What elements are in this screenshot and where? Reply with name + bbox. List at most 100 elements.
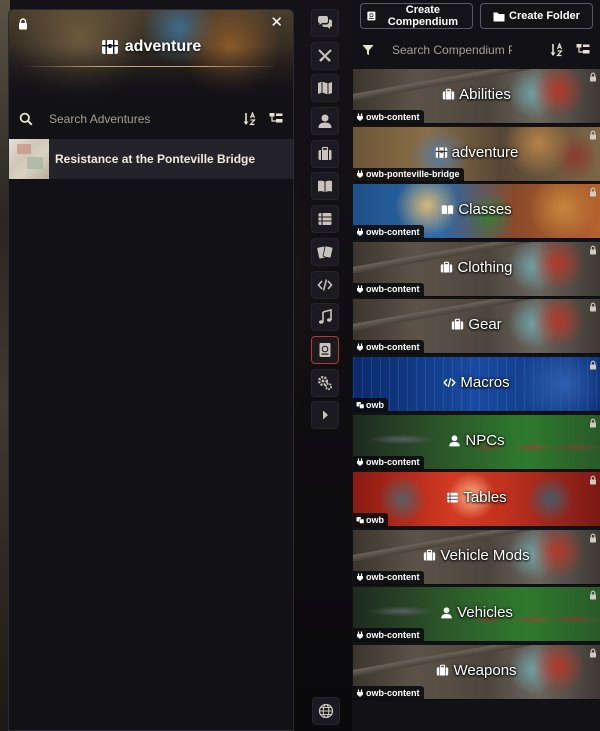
globe-button[interactable] (312, 697, 340, 725)
lock-icon[interactable] (589, 187, 597, 197)
pack-source-label: owb-content (366, 226, 420, 237)
cards-icon (317, 245, 333, 259)
actors-tab[interactable] (311, 107, 339, 136)
lock-icon[interactable] (589, 302, 597, 312)
pack-source-badge: owb-content (353, 110, 424, 123)
plug-icon (357, 689, 363, 697)
suitcase-icon (452, 319, 464, 330)
pack-source-label: owb-content (366, 687, 420, 698)
compendium-pack-vehicle-mods[interactable]: Vehicle Mods owb-content (353, 529, 600, 585)
filter-icon[interactable] (362, 44, 374, 56)
compendium-pack-vehicles[interactable]: Vehicles owb-content (353, 587, 600, 643)
compendium-pack-weapons[interactable]: Weapons owb-content (353, 645, 600, 700)
compendium-pack-adventure[interactable]: adventure owb-ponteville-bridge (353, 126, 600, 182)
pack-source-badge: owb-content (353, 340, 424, 354)
music-icon (318, 309, 332, 324)
pack-label: Vehicle Mods (440, 546, 530, 564)
pack-source-badge: owb-ponteville-bridge (353, 167, 464, 181)
book-open-icon (318, 181, 332, 193)
adventure-entry-label: Resistance at the Ponteville Bridge (55, 152, 256, 166)
plug-icon (357, 573, 363, 582)
items-tab[interactable] (311, 139, 339, 168)
playlists-tab[interactable] (311, 303, 339, 332)
atlas-icon (367, 11, 376, 21)
pack-source-badge: owb (353, 513, 388, 527)
adventure-entry[interactable]: Resistance at the Ponteville Bridge (9, 139, 293, 179)
pack-source-label: owb-content (366, 572, 420, 583)
pack-source-badge: owb-content (353, 455, 424, 469)
code-icon (443, 378, 457, 388)
atlas-icon (319, 342, 331, 357)
plug-icon (357, 228, 363, 236)
create-compendium-button[interactable]: Create Compendium (360, 3, 473, 29)
adventure-window-header (9, 10, 293, 102)
sort-alpha-icon[interactable] (243, 112, 257, 126)
combat-tab[interactable] (311, 41, 339, 70)
pack-label: Abilities (459, 86, 511, 104)
tables-tab[interactable] (311, 205, 339, 234)
collapse-folders-icon[interactable] (269, 112, 283, 126)
scenes-tab[interactable] (311, 74, 339, 103)
compendium-pack-abilities[interactable]: Abilities owb-content (353, 69, 600, 124)
compendium-pack-classes[interactable]: Classes owb-content (353, 184, 600, 240)
compendium-pack-clothing[interactable]: Clothing owb-content (353, 241, 600, 297)
compendium-search-input[interactable] (392, 43, 512, 57)
adventure-search-input[interactable] (49, 112, 235, 126)
suitcase-icon (441, 261, 453, 273)
user-icon (441, 607, 452, 619)
suitcase-icon (442, 88, 455, 100)
adventure-window: ✕ adventure Search Adventures Resistance… (8, 9, 294, 731)
lock-icon[interactable] (589, 533, 597, 543)
pack-label: Tables (463, 489, 507, 507)
compendium-pack-gear[interactable]: Gear owb-content (353, 299, 600, 355)
collapse-tab[interactable] (311, 401, 339, 430)
search-icon (19, 112, 33, 126)
suitcase-icon (424, 549, 436, 561)
pack-title: Clothing (353, 259, 600, 276)
pack-title: Gear (353, 317, 600, 334)
compendium-tab[interactable] (311, 335, 339, 364)
close-window-button[interactable]: ✕ (270, 15, 283, 30)
journal-tab[interactable] (311, 172, 339, 201)
lock-icon[interactable] (589, 72, 597, 82)
pack-label: NPCs (465, 431, 505, 449)
pack-label: Gear (468, 316, 502, 334)
compendium-pack-npcs[interactable]: NPCs owb-content (353, 414, 600, 470)
sort-alpha-icon[interactable] (550, 43, 564, 57)
lock-icon[interactable] (589, 360, 597, 370)
compendium-pack-tables[interactable]: Tables owb (353, 472, 600, 528)
user-icon (318, 114, 332, 129)
plug-icon (357, 113, 363, 121)
pack-title: Vehicle Mods (353, 547, 600, 564)
compendium-actions: Create Compendium Create Folder (360, 3, 593, 29)
pack-title: Tables (353, 489, 600, 506)
lock-icon[interactable] (589, 590, 597, 600)
compendium-pack-macros[interactable]: Macros owb (353, 357, 600, 412)
lock-icon[interactable] (589, 130, 597, 140)
lock-icon[interactable] (589, 245, 597, 255)
lock-icon[interactable] (589, 418, 597, 428)
pack-label: Vehicles (457, 604, 513, 622)
comments-icon (318, 16, 332, 29)
caret-right-icon (323, 410, 328, 420)
pack-source-label: owb-content (366, 284, 420, 295)
pack-source-label: owb-content (366, 341, 420, 352)
compendium-panel: Create Compendium Create Folder Search C… (352, 0, 600, 731)
pack-source-label: owb-content (366, 457, 420, 468)
title-divider (23, 66, 279, 67)
collapse-folders-icon[interactable] (576, 43, 590, 57)
pack-source-badge: owb-content (353, 282, 424, 296)
pack-label: adventure (451, 143, 519, 161)
macros-tab[interactable] (311, 270, 339, 299)
cards-tab[interactable] (311, 237, 339, 266)
pack-source-label: owb-content (366, 629, 420, 640)
plug-icon (357, 631, 363, 639)
adventure-search-bar (9, 106, 293, 132)
pack-source-badge: owb-content (353, 628, 424, 642)
create-folder-button[interactable]: Create Folder (480, 3, 593, 29)
crossed-swords-icon (318, 48, 332, 62)
settings-tab[interactable] (311, 368, 339, 397)
chat-tab[interactable] (311, 9, 339, 37)
lock-icon[interactable] (589, 648, 597, 658)
lock-icon[interactable] (589, 475, 597, 485)
